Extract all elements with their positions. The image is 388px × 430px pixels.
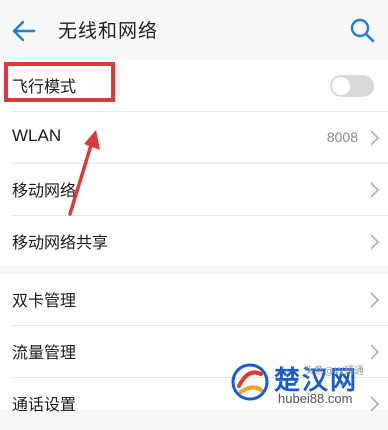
chevron-right-icon: [370, 292, 380, 308]
wlan-network-value: 8008: [326, 129, 358, 145]
settings-item-label: 通话设置: [12, 395, 77, 414]
chevron-right-icon: [370, 234, 380, 250]
page-title: 无线和网络: [58, 20, 159, 42]
watermark-domain: hubei88.com: [278, 391, 353, 406]
toggle-knob: [332, 77, 350, 95]
arrow-left-icon[interactable]: [10, 17, 38, 45]
settings-item-tethering[interactable]: 移动网络共享: [0, 216, 388, 268]
settings-item-label: WLAN: [12, 126, 62, 145]
watermark-note: 头条@W预通: [304, 366, 364, 377]
settings-item-mobile-network[interactable]: 移动网络: [0, 164, 388, 216]
settings-item-dual-sim[interactable]: 双卡管理: [0, 274, 388, 326]
chevron-right-icon: [370, 182, 380, 198]
search-icon[interactable]: [348, 16, 376, 44]
annotation-arrow-icon: [68, 130, 100, 216]
settings-item-label: 流量管理: [12, 343, 77, 362]
app-bar: 无线和网络: [0, 0, 388, 60]
airplane-mode-toggle[interactable]: [330, 75, 374, 97]
settings-item-label: 双卡管理: [12, 291, 77, 310]
settings-item-label: 移动网络共享: [12, 233, 109, 252]
highlight-box: [4, 62, 115, 102]
settings-item-wlan[interactable]: WLAN 8008: [0, 112, 388, 164]
watermark: 楚汉网 头条@W预通 hubei88.com: [226, 358, 388, 410]
chevron-right-icon: [370, 130, 380, 146]
brand-logo-icon: [231, 363, 269, 401]
